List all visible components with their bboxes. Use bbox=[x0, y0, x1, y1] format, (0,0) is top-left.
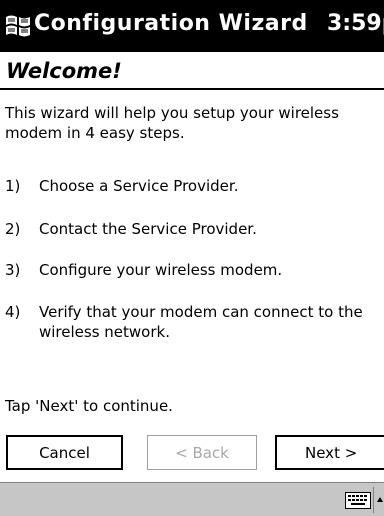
back-button: < Back bbox=[147, 435, 257, 470]
windows-flag-icon[interactable] bbox=[3, 9, 33, 41]
step-text: Choose a Service Provider. bbox=[39, 177, 239, 195]
step-item: 3) Configure your wireless modem. bbox=[5, 260, 380, 280]
step-item: 4) Verify that your modem can connect to… bbox=[5, 302, 380, 342]
step-number: 2) bbox=[5, 220, 21, 238]
wizard-screen: Configuration Wizard 3:59p Welcome! This… bbox=[0, 0, 384, 516]
menu-bar bbox=[0, 482, 384, 516]
page-title: Welcome! bbox=[6, 59, 122, 83]
step-number: 1) bbox=[5, 177, 21, 195]
step-item: 1) Choose a Service Provider. bbox=[5, 176, 380, 196]
cancel-button[interactable]: Cancel bbox=[6, 435, 123, 470]
keyboard-icon[interactable] bbox=[345, 492, 371, 509]
up-arrow-icon[interactable] bbox=[376, 489, 384, 502]
continue-instruction: Tap 'Next' to continue. bbox=[5, 397, 173, 415]
app-title: Configuration Wizard bbox=[34, 11, 308, 36]
step-text: Contact the Service Provider. bbox=[39, 220, 257, 238]
step-text: Verify that your modem can connect to th… bbox=[39, 303, 363, 341]
clock[interactable]: 3:59p bbox=[327, 11, 384, 36]
intro-text: This wizard will help you setup your wir… bbox=[5, 104, 339, 142]
menu-divider bbox=[373, 487, 374, 513]
title-bar: Configuration Wizard 3:59p bbox=[0, 0, 384, 52]
step-number: 4) bbox=[5, 303, 21, 321]
step-item: 2) Contact the Service Provider. bbox=[5, 219, 380, 239]
step-number: 3) bbox=[5, 261, 21, 279]
next-button[interactable]: Next > bbox=[275, 435, 384, 470]
heading-divider bbox=[0, 88, 384, 90]
step-text: Configure your wireless modem. bbox=[39, 261, 283, 279]
